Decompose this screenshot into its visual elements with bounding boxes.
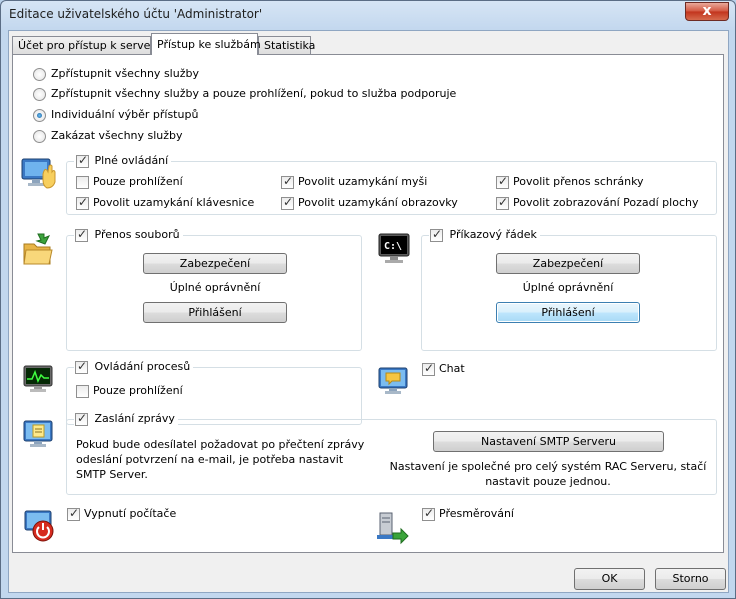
tab-service-access[interactable]: Přístup ke službám	[151, 33, 261, 55]
client-area: Účet pro přístup k serveru Přístup ke sl…	[8, 30, 729, 593]
command-prompt-icon: C:\	[378, 233, 412, 268]
redirect-icon	[375, 511, 409, 548]
process-control-legend: Ovládání procesů	[74, 359, 194, 375]
radio-individual[interactable]	[33, 109, 46, 122]
message-legend: Zaslání zprávy	[74, 411, 178, 427]
fc-clipboard-checkbox[interactable]	[496, 174, 509, 189]
process-monitor-icon	[23, 365, 55, 398]
title-bar[interactable]: Editace uživatelského účtu 'Administrato…	[1, 1, 735, 29]
tab-server-access[interactable]: Účet pro přístup k serveru	[12, 36, 162, 55]
tab-statistics[interactable]: Statistika	[258, 36, 315, 55]
fc-mouse-lock-checkbox[interactable]	[281, 174, 294, 189]
process-view-only-checkbox[interactable]	[76, 385, 89, 398]
radio-enable-all-viewonly-label: Zpřístupnit všechny služby a pouze prohl…	[51, 87, 457, 100]
smtp-note-text: Nastavení je společné pro celý systém RA…	[389, 460, 707, 488]
fc-wallpaper-checkbox[interactable]	[496, 195, 509, 210]
file-transfer-label: Přenos souborů	[94, 228, 180, 241]
command-line-label: Příkazový řádek	[449, 228, 537, 241]
fc-clipboard-label: Povolit přenos schránky	[513, 175, 644, 188]
folder-transfer-icon	[22, 232, 56, 271]
service-access-panel: Zpřístupnit všechny služby Zpřístupnit v…	[12, 54, 724, 553]
file-transfer-legend: Přenos souborů	[74, 227, 183, 243]
message-checkbox[interactable]	[75, 411, 88, 426]
redirect-checkbox[interactable]	[422, 506, 435, 521]
file-transfer-permissions-text: Úplné oprávnění	[169, 281, 261, 294]
command-line-permissions-text: Úplné oprávnění	[522, 281, 614, 294]
process-control-label: Ovládání procesů	[94, 360, 191, 373]
fc-keyboard-lock-checkbox[interactable]	[76, 195, 89, 210]
command-line-legend: Příkazový řádek	[429, 227, 540, 243]
close-button[interactable]: x	[685, 2, 729, 21]
file-transfer-security-button[interactable]: Zabezpečení	[143, 253, 287, 274]
remote-control-icon	[21, 158, 57, 193]
shutdown-label: Vypnutí počítače	[84, 507, 177, 520]
command-line-security-button[interactable]: Zabezpečení	[496, 253, 640, 274]
message-label: Zaslání zprávy	[94, 412, 175, 425]
window-title: Editace uživatelského účtu 'Administrato…	[9, 7, 263, 21]
fc-screen-lock-label: Povolit uzamykání obrazovky	[298, 196, 458, 209]
full-control-label: Plné ovládání	[94, 154, 169, 167]
radio-individual-label: Individuální výběr přístupů	[51, 108, 199, 121]
fc-view-only-checkbox[interactable]	[76, 176, 89, 189]
chat-icon	[378, 367, 410, 400]
fc-mouse-lock-label: Povolit uzamykání myši	[298, 175, 428, 188]
chat-label: Chat	[439, 362, 465, 375]
file-transfer-checkbox[interactable]	[75, 227, 88, 242]
command-line-checkbox[interactable]	[430, 227, 443, 242]
message-icon	[23, 420, 55, 453]
command-prompt-icon-text: C:\	[384, 241, 402, 252]
radio-disable-all[interactable]	[33, 130, 46, 143]
full-control-legend: Plné ovládání	[74, 153, 172, 169]
close-icon: x	[702, 3, 712, 19]
fc-view-only-label: Pouze prohlížení	[93, 175, 183, 188]
message-info-text: Pokud bude odesílatel požadovat po přečt…	[76, 438, 365, 481]
process-control-checkbox[interactable]	[75, 359, 88, 374]
full-control-checkbox[interactable]	[76, 153, 89, 168]
chat-checkbox[interactable]	[422, 361, 435, 376]
cancel-button[interactable]: Storno	[655, 568, 726, 590]
shutdown-checkbox[interactable]	[67, 506, 80, 521]
radio-enable-all-viewonly[interactable]	[33, 88, 46, 101]
dialog-window: Editace uživatelského účtu 'Administrato…	[0, 0, 736, 599]
fc-wallpaper-label: Povolit zobrazování Pozadí plochy	[513, 196, 699, 209]
radio-enable-all-label: Zpřístupnit všechny služby	[51, 67, 199, 80]
radio-enable-all[interactable]	[33, 68, 46, 81]
radio-disable-all-label: Zakázat všechny služby	[51, 129, 183, 142]
power-icon	[24, 510, 56, 547]
file-transfer-login-button[interactable]: Přihlášení	[143, 302, 287, 323]
command-line-login-button[interactable]: Přihlášení	[496, 302, 640, 323]
process-view-only-label: Pouze prohlížení	[93, 384, 183, 397]
fc-screen-lock-checkbox[interactable]	[281, 195, 294, 210]
fc-keyboard-lock-label: Povolit uzamykání klávesnice	[93, 196, 255, 209]
ok-button[interactable]: OK	[574, 568, 645, 590]
smtp-settings-button[interactable]: Nastavení SMTP Serveru	[433, 431, 664, 452]
redirect-label: Přesměrování	[439, 507, 514, 520]
